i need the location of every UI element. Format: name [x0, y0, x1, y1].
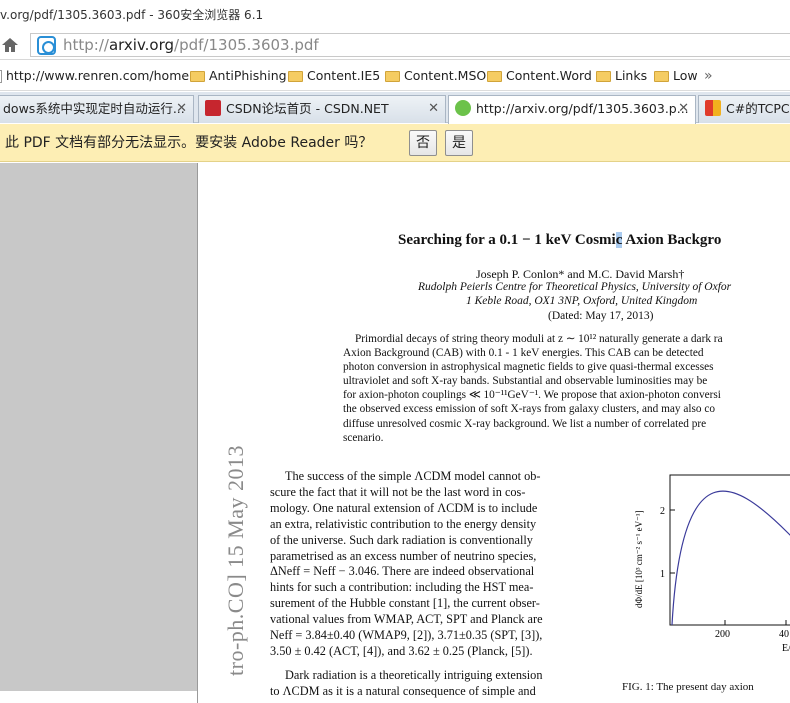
csdn-favicon-icon — [205, 100, 221, 116]
favorite-content-word[interactable]: Content.Word — [487, 61, 592, 90]
x-axis-label: E/ — [782, 643, 790, 654]
folder-icon — [288, 70, 303, 82]
favorite-content-mso[interactable]: Content.MSO — [385, 61, 486, 90]
tab-csdn[interactable]: CSDN论坛首页 - CSDN.NET ✕ — [198, 95, 446, 123]
favorite-content-ie5[interactable]: Content.IE5 — [288, 61, 380, 90]
paper-title: Searching for a 0.1 − 1 keV Cosmic Axion… — [398, 232, 722, 248]
paper-address: 1 Keble Road, OX1 3NP, Oxford, United Ki… — [466, 295, 698, 307]
folder-icon — [385, 70, 400, 82]
folder-icon — [487, 70, 502, 82]
tab-bar: dows系统中实现定时自动运行... ✕ CSDN论坛首页 - CSDN.NET… — [0, 92, 790, 124]
window-title: v.org/pdf/1305.3603.pdf - 360安全浏览器 6.1 — [0, 0, 790, 30]
arxiv-side-stamp: tro-ph.CO] 15 May 2013 — [223, 445, 248, 676]
y-tick-label: 1 — [660, 569, 665, 580]
address-bar-row: http://arxiv.org/pdf/1305.3603.pdf — [0, 30, 790, 60]
x-tick-label: 40 — [779, 629, 789, 640]
paper-body-text: The success of the simple ΛCDM model can… — [270, 469, 543, 698]
smiley-favicon-icon — [455, 100, 471, 116]
pdf-page: tro-ph.CO] 15 May 2013 Searching for a 0… — [197, 163, 790, 703]
no-button[interactable]: 否 — [409, 130, 437, 156]
address-input[interactable]: http://arxiv.org/pdf/1305.3603.pdf — [30, 33, 790, 57]
figure-1-plot: 2 1 200 40 E/ dΦ/dE [10³ cm⁻² s⁻¹ eV⁻¹] — [634, 474, 790, 654]
windows-favicon-icon — [705, 100, 721, 116]
paper-date: (Dated: May 17, 2013) — [548, 310, 654, 322]
paper-abstract: Primordial decays of string theory modul… — [343, 333, 723, 444]
tab-arxiv-pdf[interactable]: http://arxiv.org/pdf/1305.3603.p... ✕ — [448, 95, 696, 124]
y-axis-label: dΦ/dE [10³ cm⁻² s⁻¹ eV⁻¹] — [634, 510, 644, 608]
home-icon[interactable] — [0, 35, 20, 55]
security-shield-icon[interactable] — [37, 36, 56, 55]
favorites-more-chevron-icon[interactable]: » — [704, 61, 713, 90]
pdf-viewer[interactable]: tro-ph.CO] 15 May 2013 Searching for a 0… — [0, 163, 790, 703]
favorite-low[interactable]: Low — [654, 61, 698, 90]
x-tick-label: 200 — [715, 629, 730, 640]
page-icon — [0, 69, 2, 83]
paper-affiliation: Rudolph Peierls Centre for Theoretical P… — [418, 281, 732, 293]
yes-button[interactable]: 是 — [445, 130, 473, 156]
folder-icon — [190, 70, 205, 82]
figure-caption: FIG. 1: The present day axion — [622, 681, 754, 693]
close-tab-icon[interactable]: ✕ — [176, 96, 187, 122]
y-tick-label: 2 — [660, 506, 665, 517]
paper-authors: Joseph P. Conlon* and M.C. David Marsh† — [476, 267, 685, 281]
spectrum-curve — [671, 490, 790, 626]
folder-icon — [654, 70, 669, 82]
folder-icon — [596, 70, 611, 82]
close-tab-icon[interactable]: ✕ — [678, 96, 689, 122]
adobe-reader-notice: 此 PDF 文档有部分无法显示。要安装 Adobe Reader 吗？ 否 是 — [0, 124, 790, 162]
tab-windows-timer[interactable]: dows系统中实现定时自动运行... ✕ — [0, 95, 194, 123]
tab-csharp-tcp[interactable]: C#的TCPCli — [698, 95, 790, 123]
favorite-links[interactable]: Links — [596, 61, 647, 90]
close-tab-icon[interactable]: ✕ — [428, 96, 439, 122]
favorite-antiphishing[interactable]: AntiPhishing — [190, 61, 287, 90]
favorite-renren[interactable]: http://www.renren.com/home — [0, 61, 189, 90]
favorites-bar: http://www.renren.com/home AntiPhishing … — [0, 61, 790, 91]
notice-text: 此 PDF 文档有部分无法显示。要安装 Adobe Reader 吗？ — [5, 135, 373, 151]
